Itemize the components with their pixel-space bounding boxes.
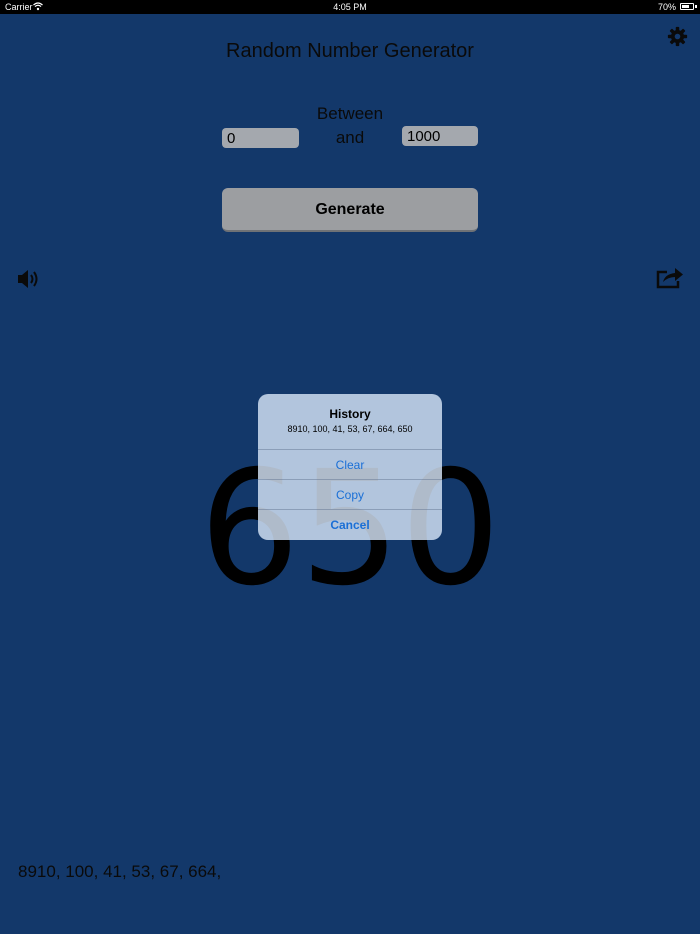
status-bar: Carrier 4:05 PM 70% (0, 0, 700, 14)
speaker-icon[interactable] (17, 268, 41, 290)
battery-tip (695, 5, 697, 8)
between-label: Between (316, 104, 384, 123)
battery-percentage: 70% (657, 2, 676, 12)
copy-button[interactable]: Copy (258, 479, 442, 509)
clear-button[interactable]: Clear (258, 449, 442, 479)
share-icon[interactable] (655, 264, 685, 290)
min-value-field[interactable] (222, 128, 299, 148)
alert-message: 8910, 100, 41, 53, 67, 664, 650 (287, 424, 413, 434)
app-title: Random Number Generator (226, 40, 474, 62)
history-alert: History 8910, 100, 41, 53, 67, 664, 650 … (258, 394, 442, 540)
cancel-button[interactable]: Cancel (258, 509, 442, 539)
battery-icon (680, 3, 694, 10)
max-value-field[interactable] (402, 126, 478, 146)
status-time: 4:05 PM (333, 2, 367, 12)
history-text: 8910, 100, 41, 53, 67, 664, (18, 862, 222, 881)
gear-icon[interactable] (667, 26, 688, 47)
battery-level (682, 5, 689, 8)
generate-button[interactable]: Generate (222, 188, 478, 232)
alert-title: History (329, 407, 371, 421)
and-label: and (335, 128, 365, 147)
